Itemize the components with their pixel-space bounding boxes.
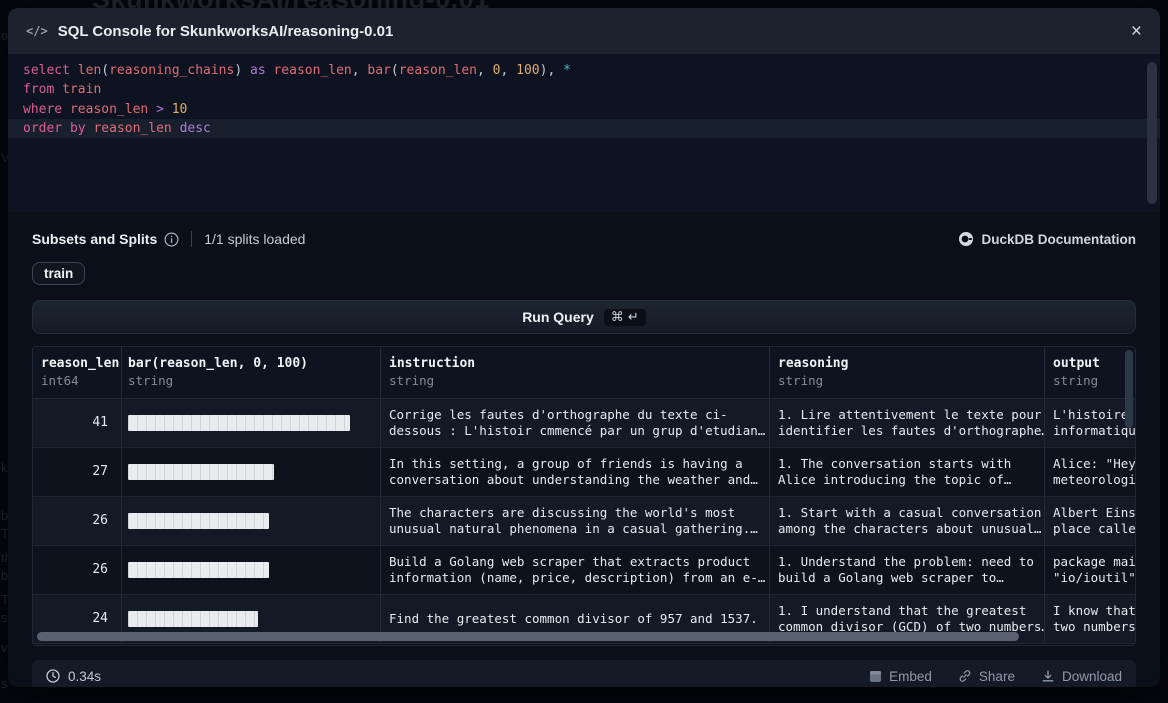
column-header-instruction: instruction string (380, 347, 769, 398)
download-button[interactable]: Download (1041, 669, 1122, 684)
splits-loaded-status: 1/1 splits loaded (204, 231, 305, 247)
bar-visualization (128, 464, 274, 480)
cell-instruction[interactable]: The characters are discussing the world'… (380, 497, 769, 545)
column-type: string (128, 373, 372, 388)
cell-output[interactable]: L'histoire co informatique (1044, 399, 1135, 447)
column-header-output: output string (1044, 347, 1135, 398)
close-button[interactable]: × (1131, 22, 1142, 41)
code-line[interactable]: order by reason_len desc (8, 119, 1160, 138)
column-name: instruction (389, 356, 761, 371)
editor-scrollbar[interactable] (1147, 62, 1157, 204)
cell-output[interactable]: Albert Einste place called (1044, 497, 1135, 545)
table-vertical-scrollbar[interactable] (1125, 350, 1133, 428)
cell-reasoning[interactable]: 1. Understand the problem: need to build… (769, 546, 1044, 594)
share-label: Share (979, 669, 1015, 684)
backdrop-text-fragment: s (1, 676, 8, 691)
cell-reasoning[interactable]: 1. Start with a casual conversation amon… (769, 497, 1044, 545)
splits-row: Subsets and Splits 1/1 splits loaded Duc… (32, 228, 1136, 250)
cell-reason-len[interactable]: 41 (33, 399, 121, 447)
run-query-label: Run Query (522, 309, 594, 325)
keyboard-shortcut-badge: ⌘ ↵ (604, 309, 646, 326)
table-row: 41 Corrige les fautes d'orthographe du te… (33, 399, 1135, 448)
column-name: output (1053, 356, 1127, 371)
share-button[interactable]: Share (958, 669, 1015, 684)
divider (191, 231, 192, 247)
split-chip-train[interactable]: train (32, 262, 85, 285)
splits-label: Subsets and Splits (32, 231, 157, 247)
table-header: reason_len int64 bar(reason_len, 0, 100) st… (33, 347, 1135, 399)
info-icon[interactable] (164, 232, 179, 247)
duckdb-documentation-label: DuckDB Documentation (981, 232, 1136, 247)
code-icon: </> (26, 24, 48, 38)
duckdb-documentation-link[interactable]: DuckDB Documentation (958, 231, 1136, 247)
bar-visualization (128, 611, 258, 627)
share-link-icon (958, 669, 972, 683)
cell-output[interactable]: I know that t two numbers i (1044, 595, 1135, 643)
cell-reason-len[interactable]: 26 (33, 497, 121, 545)
sql-editor[interactable]: select len(reasoning_chains) as reason_l… (8, 54, 1160, 212)
table-horizontal-scrollbar[interactable] (37, 632, 1019, 641)
backdrop-text-fragment: v (1, 640, 8, 655)
column-name: reasoning (778, 356, 1036, 371)
embed-button[interactable]: Embed (869, 669, 932, 684)
column-type: string (389, 373, 761, 388)
bar-visualization (128, 415, 350, 431)
column-name: bar(reason_len, 0, 100) (128, 356, 372, 371)
cell-reasoning[interactable]: 1. The conversation starts with Alice in… (769, 448, 1044, 496)
cell-bar[interactable] (121, 497, 380, 545)
cell-instruction[interactable]: In this setting, a group of friends is h… (380, 448, 769, 496)
cell-reason-len[interactable]: 27 (33, 448, 121, 496)
run-query-button[interactable]: Run Query ⌘ ↵ (32, 300, 1136, 334)
column-header-reason-len: reason_len int64 (33, 347, 121, 398)
cell-reasoning[interactable]: 1. Lire attentivement le texte pour iden… (769, 399, 1044, 447)
column-name: reason_len (41, 356, 108, 371)
table-row: 26 The characters are discussing the worl… (33, 497, 1135, 546)
bar-visualization (128, 562, 269, 578)
editor-lines: select len(reasoning_chains) as reason_l… (8, 61, 1160, 138)
cell-reason-len[interactable]: 26 (33, 546, 121, 594)
code-line[interactable]: select len(reasoning_chains) as reason_l… (8, 61, 1160, 80)
column-type: string (778, 373, 1036, 388)
results-footer: 0.34s Embed Share Download (32, 660, 1136, 687)
download-icon (1041, 669, 1055, 683)
clock-icon (46, 669, 60, 683)
column-header-bar-reason-len-0-100-: bar(reason_len, 0, 100) string (121, 347, 380, 398)
table-row: 26 Build a Golang web scraper that extrac… (33, 546, 1135, 595)
modal-title: SQL Console for SkunkworksAI/reasoning-0… (58, 23, 394, 40)
modal-header: </> SQL Console for SkunkworksAI/reasoni… (8, 8, 1160, 54)
bar-visualization (128, 513, 269, 529)
cell-output[interactable]: Alice: "Hey g meteorologist (1044, 448, 1135, 496)
cell-bar[interactable] (121, 546, 380, 594)
embed-icon (869, 670, 882, 683)
backdrop-text-fragment: s (1, 610, 8, 625)
cell-output[interactable]: package main "io/ioutil" " (1044, 546, 1135, 594)
cell-bar[interactable] (121, 399, 380, 447)
table-body: 41 Corrige les fautes d'orthographe du te… (33, 399, 1135, 644)
column-type: int64 (41, 373, 108, 388)
embed-label: Embed (889, 669, 932, 684)
column-header-reasoning: reasoning string (769, 347, 1044, 398)
cell-bar[interactable] (121, 448, 380, 496)
cell-instruction[interactable]: Corrige les fautes d'orthographe du text… (380, 399, 769, 447)
query-timer: 0.34s (46, 669, 101, 684)
code-line[interactable]: where reason_len > 10 (8, 100, 1160, 119)
query-time-value: 0.34s (68, 669, 101, 684)
table-row: 27 In this setting, a group of friends is… (33, 448, 1135, 497)
duckdb-logo-icon (958, 231, 974, 247)
sql-console-modal: </> SQL Console for SkunkworksAI/reasoni… (8, 8, 1160, 687)
code-line[interactable]: from train (8, 80, 1160, 99)
split-chips: train (32, 262, 1136, 285)
results-table: reason_len int64 bar(reason_len, 0, 100) st… (32, 346, 1136, 646)
cell-instruction[interactable]: Build a Golang web scraper that extracts… (380, 546, 769, 594)
column-type: string (1053, 373, 1127, 388)
download-label: Download (1062, 669, 1122, 684)
